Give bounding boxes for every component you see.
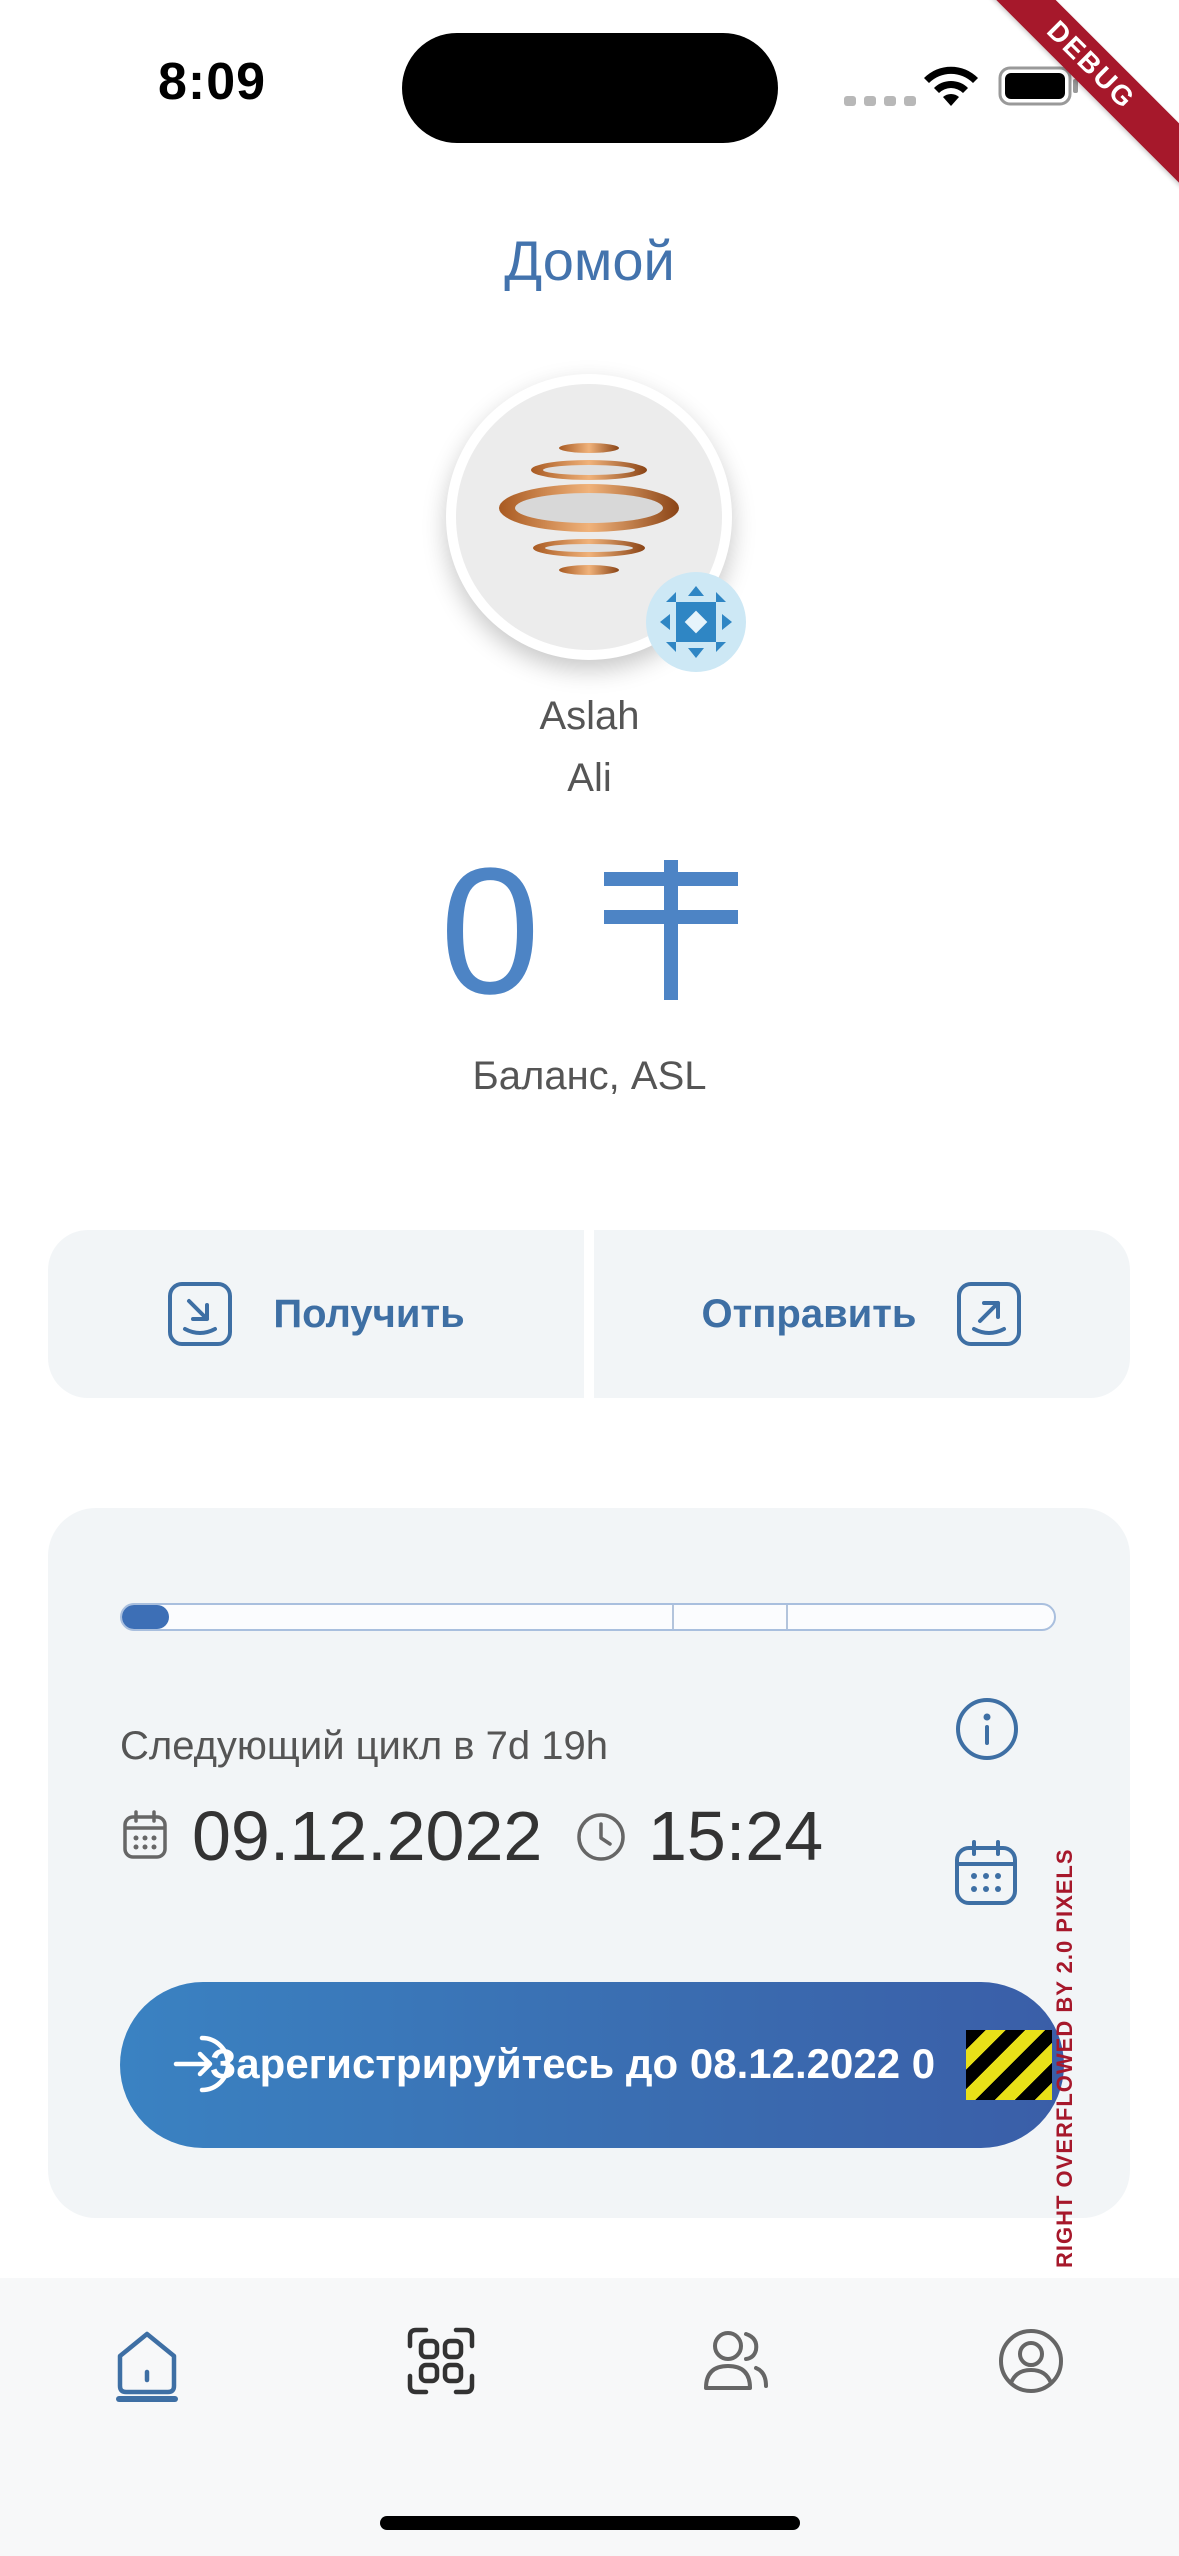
wifi-icon [924,66,978,106]
level-badge-icon [646,572,746,672]
balance-label: Баланс, ASL [472,1054,707,1098]
cycle-progress-bar [120,1603,1056,1631]
cycle-time: 15:24 [648,1797,824,1875]
home-icon[interactable] [112,2326,182,2396]
calendar-small-icon [123,1810,167,1859]
register-button[interactable]: Зарегистрируйтесь до 08.12.2022 0 [120,1982,1064,2148]
user-first-name: Aslah [539,694,640,738]
send-button[interactable]: Отправить [594,1230,1130,1398]
calendar-icon[interactable] [954,1840,1018,1906]
bottom-nav [0,2278,1179,2556]
home-indicator [380,2516,800,2530]
dynamic-island [402,33,778,143]
profile-icon[interactable] [996,2326,1066,2396]
send-icon [957,1282,1022,1346]
balance-amount: 0 [440,831,541,1032]
info-icon[interactable] [954,1696,1020,1762]
next-cycle-text: Следующий цикл в 7d 19h [120,1724,609,1768]
tenge-sign-icon [604,860,738,1000]
cellular-signal-icon [844,96,916,106]
clock-icon [577,1813,625,1861]
receive-icon [168,1282,233,1346]
progress-tick [672,1605,674,1629]
receive-label: Получить [273,1291,465,1336]
page-title: Домой [504,229,675,292]
progress-tick [786,1605,788,1629]
nav-active-indicator [116,2396,178,2402]
cycle-date: 09.12.2022 [192,1797,543,1875]
overflow-warning-text: RIGHT OVERFLOWED BY 2.0 PIXELS [1052,1848,1077,2268]
receive-button[interactable]: Получить [48,1230,584,1398]
register-label: Зарегистрируйтесь до 08.12.2022 0 [210,2040,936,2087]
friends-icon[interactable] [700,2326,770,2396]
status-time: 8:09 [158,53,267,111]
send-label: Отправить [701,1291,917,1336]
user-last-name: Ali [567,756,612,800]
scan-icon[interactable] [406,2326,476,2396]
overflow-warning-stripes [966,2030,1052,2100]
cycle-progress-fill [122,1605,169,1629]
